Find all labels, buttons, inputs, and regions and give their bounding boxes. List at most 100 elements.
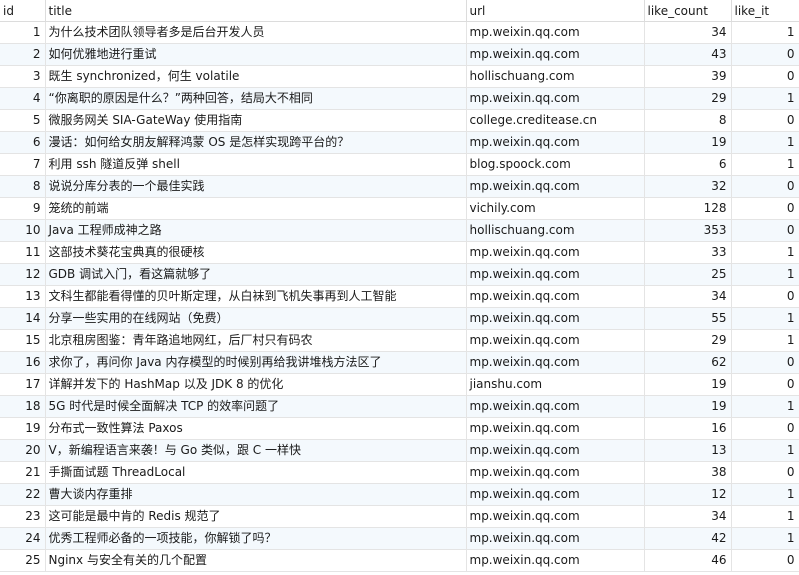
cell-url[interactable]: mp.weixin.qq.com (466, 43, 645, 66)
cell-url[interactable]: mp.weixin.qq.com (466, 329, 645, 352)
column-header-id[interactable]: id (0, 0, 46, 22)
cell-title[interactable]: 分享一些实用的在线网站（免费） (45, 307, 467, 330)
cell-url[interactable]: mp.weixin.qq.com (466, 263, 645, 286)
cell-title[interactable]: 详解并发下的 HashMap 以及 JDK 8 的优化 (45, 373, 467, 396)
column-header-like-count[interactable]: like_count (644, 0, 732, 22)
cell-like-count[interactable]: 33 (644, 241, 732, 264)
cell-like-count[interactable]: 19 (644, 395, 732, 418)
cell-id[interactable]: 6 (0, 131, 46, 154)
table-row[interactable]: 21 手撕面试题 ThreadLocal mp.weixin.qq.com 38 0 (0, 461, 799, 484)
cell-like-it[interactable]: 0 (731, 219, 799, 242)
cell-url[interactable]: mp.weixin.qq.com (466, 351, 645, 374)
cell-title[interactable]: 笼统的前端 (45, 197, 467, 220)
cell-url[interactable]: mp.weixin.qq.com (466, 549, 645, 572)
cell-title[interactable]: 分布式一致性算法 Paxos (45, 417, 467, 440)
cell-like-it[interactable]: 0 (731, 461, 799, 484)
cell-like-count[interactable]: 32 (644, 175, 732, 198)
table-row[interactable]: 25 Nginx 与安全有关的几个配置 mp.weixin.qq.com 46 0 (0, 549, 799, 572)
cell-like-it[interactable]: 1 (731, 505, 799, 528)
cell-title[interactable]: 微服务网关 SIA-GateWay 使用指南 (45, 109, 467, 132)
cell-id[interactable]: 24 (0, 527, 46, 550)
cell-like-it[interactable]: 0 (731, 373, 799, 396)
cell-title[interactable]: 漫话：如何给女朋友解释鸿蒙 OS 是怎样实现跨平台的？ (45, 131, 467, 154)
table-row[interactable]: 18 5G 时代是时候全面解决 TCP 的效率问题了 mp.weixin.qq.co… (0, 395, 799, 418)
cell-id[interactable]: 16 (0, 351, 46, 374)
cell-title[interactable]: Nginx 与安全有关的几个配置 (45, 549, 467, 572)
cell-id[interactable]: 12 (0, 263, 46, 286)
table-row[interactable]: 17 详解并发下的 HashMap 以及 JDK 8 的优化 jianshu.com… (0, 373, 799, 396)
cell-url[interactable]: hollischuang.com (466, 219, 645, 242)
table-row[interactable]: 4 “你离职的原因是什么？”两种回答，结局大不相同 mp.weixin.qq.com… (0, 87, 799, 110)
cell-url[interactable]: hollischuang.com (466, 65, 645, 88)
cell-id[interactable]: 18 (0, 395, 46, 418)
table-row[interactable]: 10 Java 工程师成神之路 hollischuang.com 353 0 (0, 219, 799, 242)
cell-title[interactable]: 优秀工程师必备的一项技能，你解锁了吗？ (45, 527, 467, 550)
table-row[interactable]: 6 漫话：如何给女朋友解释鸿蒙 OS 是怎样实现跨平台的？ mp.weixin.qq… (0, 131, 799, 154)
cell-id[interactable]: 17 (0, 373, 46, 396)
cell-like-count[interactable]: 25 (644, 263, 732, 286)
cell-title[interactable]: 说说分库分表的一个最佳实践 (45, 175, 467, 198)
cell-id[interactable]: 20 (0, 439, 46, 462)
cell-like-count[interactable]: 353 (644, 219, 732, 242)
cell-like-it[interactable]: 1 (731, 395, 799, 418)
table-row[interactable]: 2 如何优雅地进行重试 mp.weixin.qq.com 43 0 (0, 43, 799, 66)
cell-like-it[interactable]: 0 (731, 549, 799, 572)
table-row[interactable]: 20 V，新编程语言来袭！与 Go 类似，跟 C 一样快 mp.weixin.qq.… (0, 439, 799, 462)
cell-like-count[interactable]: 43 (644, 43, 732, 66)
cell-like-it[interactable]: 1 (731, 153, 799, 176)
cell-like-it[interactable]: 0 (731, 285, 799, 308)
cell-like-it[interactable]: 1 (731, 131, 799, 154)
cell-like-it[interactable]: 0 (731, 197, 799, 220)
cell-url[interactable]: mp.weixin.qq.com (466, 395, 645, 418)
cell-url[interactable]: mp.weixin.qq.com (466, 87, 645, 110)
cell-title[interactable]: “你离职的原因是什么？”两种回答，结局大不相同 (45, 87, 467, 110)
cell-id[interactable]: 7 (0, 153, 46, 176)
cell-like-it[interactable]: 1 (731, 329, 799, 352)
cell-like-it[interactable]: 1 (731, 241, 799, 264)
cell-like-it[interactable]: 1 (731, 483, 799, 506)
table-row[interactable]: 19 分布式一致性算法 Paxos mp.weixin.qq.com 16 0 (0, 417, 799, 440)
cell-like-count[interactable]: 128 (644, 197, 732, 220)
cell-title[interactable]: 求你了，再问你 Java 内存模型的时候别再给我讲堆栈方法区了 (45, 351, 467, 374)
table-row[interactable]: 5 微服务网关 SIA-GateWay 使用指南 college.crediteas… (0, 109, 799, 132)
cell-like-count[interactable]: 13 (644, 439, 732, 462)
cell-like-count[interactable]: 34 (644, 21, 732, 44)
cell-like-it[interactable]: 0 (731, 65, 799, 88)
cell-title[interactable]: 手撕面试题 ThreadLocal (45, 461, 467, 484)
cell-title[interactable]: 曹大谈内存重排 (45, 483, 467, 506)
cell-url[interactable]: mp.weixin.qq.com (466, 527, 645, 550)
cell-title[interactable]: 5G 时代是时候全面解决 TCP 的效率问题了 (45, 395, 467, 418)
cell-title[interactable]: 这可能是最中肯的 Redis 规范了 (45, 505, 467, 528)
table-row[interactable]: 9 笼统的前端 vichily.com 128 0 (0, 197, 799, 220)
cell-id[interactable]: 23 (0, 505, 46, 528)
cell-title[interactable]: Java 工程师成神之路 (45, 219, 467, 242)
cell-id[interactable]: 1 (0, 21, 46, 44)
cell-like-count[interactable]: 62 (644, 351, 732, 374)
cell-id[interactable]: 25 (0, 549, 46, 572)
cell-like-count[interactable]: 29 (644, 329, 732, 352)
table-row[interactable]: 22 曹大谈内存重排 mp.weixin.qq.com 12 1 (0, 483, 799, 506)
cell-like-count[interactable]: 42 (644, 527, 732, 550)
cell-url[interactable]: mp.weixin.qq.com (466, 439, 645, 462)
cell-like-count[interactable]: 19 (644, 373, 732, 396)
cell-title[interactable]: 这部技术葵花宝典真的很硬核 (45, 241, 467, 264)
cell-like-count[interactable]: 46 (644, 549, 732, 572)
cell-url[interactable]: mp.weixin.qq.com (466, 285, 645, 308)
table-row[interactable]: 16 求你了，再问你 Java 内存模型的时候别再给我讲堆栈方法区了 mp.weix… (0, 351, 799, 374)
cell-title[interactable]: V，新编程语言来袭！与 Go 类似，跟 C 一样快 (45, 439, 467, 462)
cell-title[interactable]: 文科生都能看得懂的贝叶斯定理，从白袜到飞机失事再到人工智能 (45, 285, 467, 308)
cell-url[interactable]: blog.spoock.com (466, 153, 645, 176)
cell-id[interactable]: 9 (0, 197, 46, 220)
table-row[interactable]: 15 北京租房图鉴：青年路追地网红，后厂村只有码农 mp.weixin.qq.com… (0, 329, 799, 352)
cell-url[interactable]: mp.weixin.qq.com (466, 241, 645, 264)
cell-like-it[interactable]: 0 (731, 175, 799, 198)
table-row[interactable]: 3 既生 synchronized，何生 volatile hollischuang… (0, 65, 799, 88)
cell-like-it[interactable]: 1 (731, 527, 799, 550)
table-row[interactable]: 1 为什么技术团队领导者多是后台开发人员 mp.weixin.qq.com 34 1 (0, 21, 799, 44)
column-header-url[interactable]: url (466, 0, 645, 22)
cell-title[interactable]: 如何优雅地进行重试 (45, 43, 467, 66)
cell-id[interactable]: 22 (0, 483, 46, 506)
cell-url[interactable]: mp.weixin.qq.com (466, 175, 645, 198)
cell-like-it[interactable]: 0 (731, 417, 799, 440)
cell-title[interactable]: 利用 ssh 隧道反弹 shell (45, 153, 467, 176)
